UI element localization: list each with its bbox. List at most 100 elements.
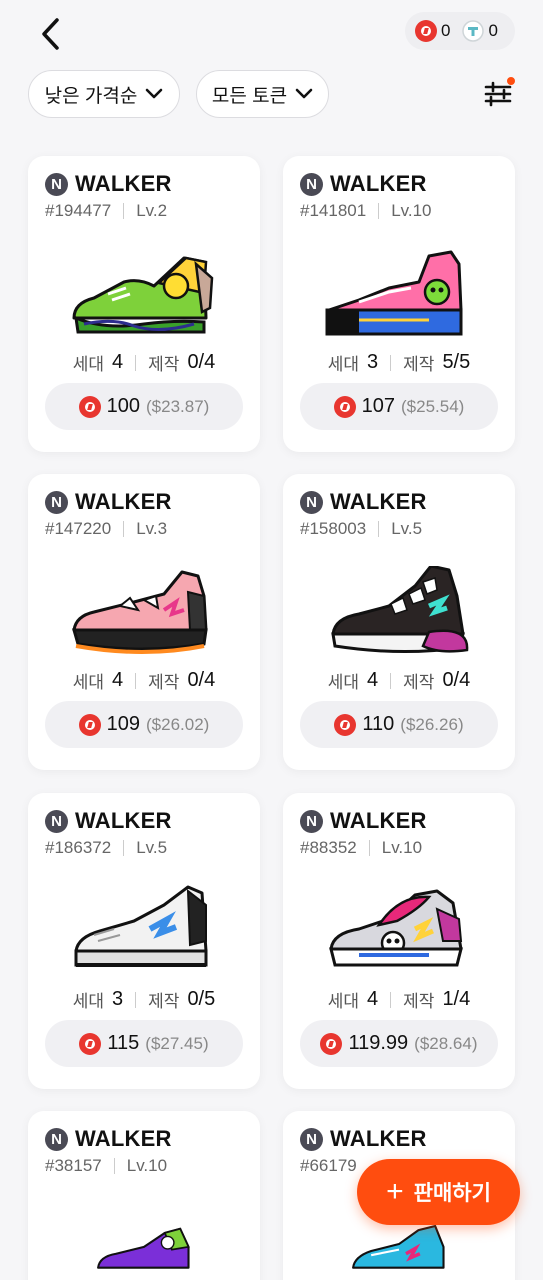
red-coin-icon: [334, 713, 357, 736]
walker-level: Lv.5: [391, 519, 423, 538]
price-usd: ($23.87): [146, 396, 210, 416]
price-value: 119.99: [348, 1032, 409, 1054]
top-bar: 0 0: [0, 0, 543, 68]
price-usd: ($25.54): [401, 396, 465, 416]
walker-level: Lv.3: [136, 519, 168, 538]
sneaker-green-yellow-icon: [72, 256, 214, 334]
mint-value: 1/4: [442, 988, 471, 1010]
walker-card[interactable]: N WALKER #147220 Lv.3 세대 4 제작 0/4 109 ($26.02): [28, 474, 260, 770]
walker-id: #38157: [45, 1156, 102, 1175]
sell-label: 판매하기: [413, 1182, 491, 1205]
gen-value: 3: [367, 351, 379, 373]
walker-kind: WALKER: [330, 808, 427, 833]
price-pill: 109 ($26.02): [45, 701, 243, 748]
price-value: 107: [361, 395, 396, 417]
walker-level: Lv.10: [381, 838, 423, 857]
gen-value: 4: [367, 669, 379, 691]
walker-level: Lv.10: [126, 1156, 168, 1175]
price-pill: 107 ($25.54): [300, 383, 498, 430]
balance-teal-token: 0: [462, 20, 498, 42]
token-dropdown[interactable]: 모든 토큰: [196, 70, 329, 118]
mint-value: 0/4: [187, 669, 216, 691]
walker-id: #147220: [45, 519, 112, 538]
sneaker-pink-blue-icon: [325, 250, 463, 336]
red-coin-icon: [320, 1032, 343, 1055]
price-value: 115: [107, 1032, 140, 1054]
price-usd: ($26.02): [146, 714, 210, 734]
walker-kind: WALKER: [330, 489, 427, 514]
walker-id: #194477: [45, 201, 112, 220]
red-coin-icon: [78, 395, 101, 418]
gen-label: 세대: [72, 673, 105, 692]
price-pill: 119.99 ($28.64): [300, 1020, 498, 1067]
n-badge-icon: N: [45, 172, 68, 196]
sell-button[interactable]: + 판매하기: [357, 1159, 520, 1225]
gen-value: 4: [367, 988, 379, 1010]
balance-teal-value: 0: [488, 21, 498, 40]
gen-label: 세대: [327, 355, 360, 374]
mint-value: 0/4: [187, 351, 216, 373]
gen-value: 3: [112, 988, 124, 1010]
walker-kind: WALKER: [330, 171, 427, 196]
balance-red-value: 0: [441, 21, 451, 40]
walker-kind: WALKER: [75, 1126, 172, 1151]
red-coin-icon: [333, 395, 356, 418]
sneaker-pink-orange-icon: [72, 570, 208, 654]
teal-token-icon: [462, 20, 485, 42]
price-usd: ($27.45): [145, 1033, 209, 1053]
back-button[interactable]: [34, 14, 66, 54]
sort-dropdown[interactable]: 낮은 가격순: [28, 70, 180, 118]
walker-kind: WALKER: [75, 489, 172, 514]
gen-label: 세대: [72, 355, 105, 374]
mint-label: 제작: [148, 673, 180, 692]
walker-id: #186372: [45, 838, 112, 857]
filter-row: 낮은 가격순 모든 토큰: [0, 70, 543, 120]
mint-label: 제작: [403, 673, 435, 692]
walker-id: #88352: [300, 838, 357, 857]
plus-icon: +: [386, 1175, 404, 1208]
price-pill: 110 ($26.26): [300, 701, 498, 748]
balance-pill[interactable]: 0 0: [405, 12, 515, 50]
walker-level: Lv.10: [391, 201, 432, 220]
chevron-down-icon: [146, 88, 163, 99]
mint-value: 0/5: [187, 988, 216, 1010]
sneaker-white-blue-icon: [74, 885, 208, 967]
n-badge-icon: N: [45, 809, 68, 833]
balance-red-coin: 0: [415, 20, 450, 42]
red-coin-icon: [78, 713, 101, 736]
notification-dot: [507, 77, 515, 85]
price-value: 109: [106, 713, 141, 735]
gen-value: 4: [112, 669, 124, 691]
walker-card[interactable]: N WALKER #194477 Lv.2 세대 4 제작 0/4 100 ($23.87): [28, 156, 260, 452]
filter-settings-button[interactable]: [480, 76, 516, 112]
token-label: 모든 토큰: [211, 85, 288, 107]
price-pill: 115 ($27.45): [45, 1020, 243, 1067]
price-value: 110: [362, 713, 395, 735]
walker-card[interactable]: N WALKER #141801 Lv.10 세대 3 제작 5/5 107 ($25.54…: [283, 156, 515, 452]
sneaker-purple-green-icon: [97, 1227, 190, 1269]
sneaker-teal-pink-icon: [352, 1224, 445, 1269]
n-badge-icon: N: [45, 490, 68, 514]
sneaker-black-teal-icon: [331, 566, 469, 654]
price-value: 100: [106, 395, 141, 417]
n-badge-icon: N: [300, 490, 323, 514]
n-badge-icon: N: [300, 172, 323, 196]
walker-kind: WALKER: [75, 808, 172, 833]
walker-card[interactable]: N WALKER #158003 Lv.5 세대 4 제작 0/4 110 ($26.26): [283, 474, 515, 770]
walker-id: #141801: [300, 201, 367, 220]
n-badge-icon: N: [300, 809, 323, 833]
mint-label: 제작: [148, 992, 180, 1011]
red-coin-icon: [415, 20, 437, 42]
gen-label: 세대: [327, 673, 360, 692]
walker-card[interactable]: N WALKER #186372 Lv.5 세대 3 제작 0/5 115 ($27.45): [28, 793, 260, 1089]
chevron-down-icon: [295, 88, 313, 99]
red-coin-icon: [79, 1032, 102, 1055]
chevron-left-icon: [42, 18, 59, 50]
walker-card[interactable]: N WALKER #38157 Lv.10: [28, 1111, 260, 1280]
gen-label: 세대: [72, 992, 105, 1011]
walker-card[interactable]: N WALKER #88352 Lv.10 세대 4 제작 1/4 119.99 ($28.…: [283, 793, 515, 1089]
mint-value: 5/5: [442, 351, 471, 373]
price-usd: ($28.64): [414, 1033, 478, 1053]
price-pill: 100 ($23.87): [45, 383, 243, 430]
sneaker-magenta-skull-icon: [329, 889, 463, 967]
